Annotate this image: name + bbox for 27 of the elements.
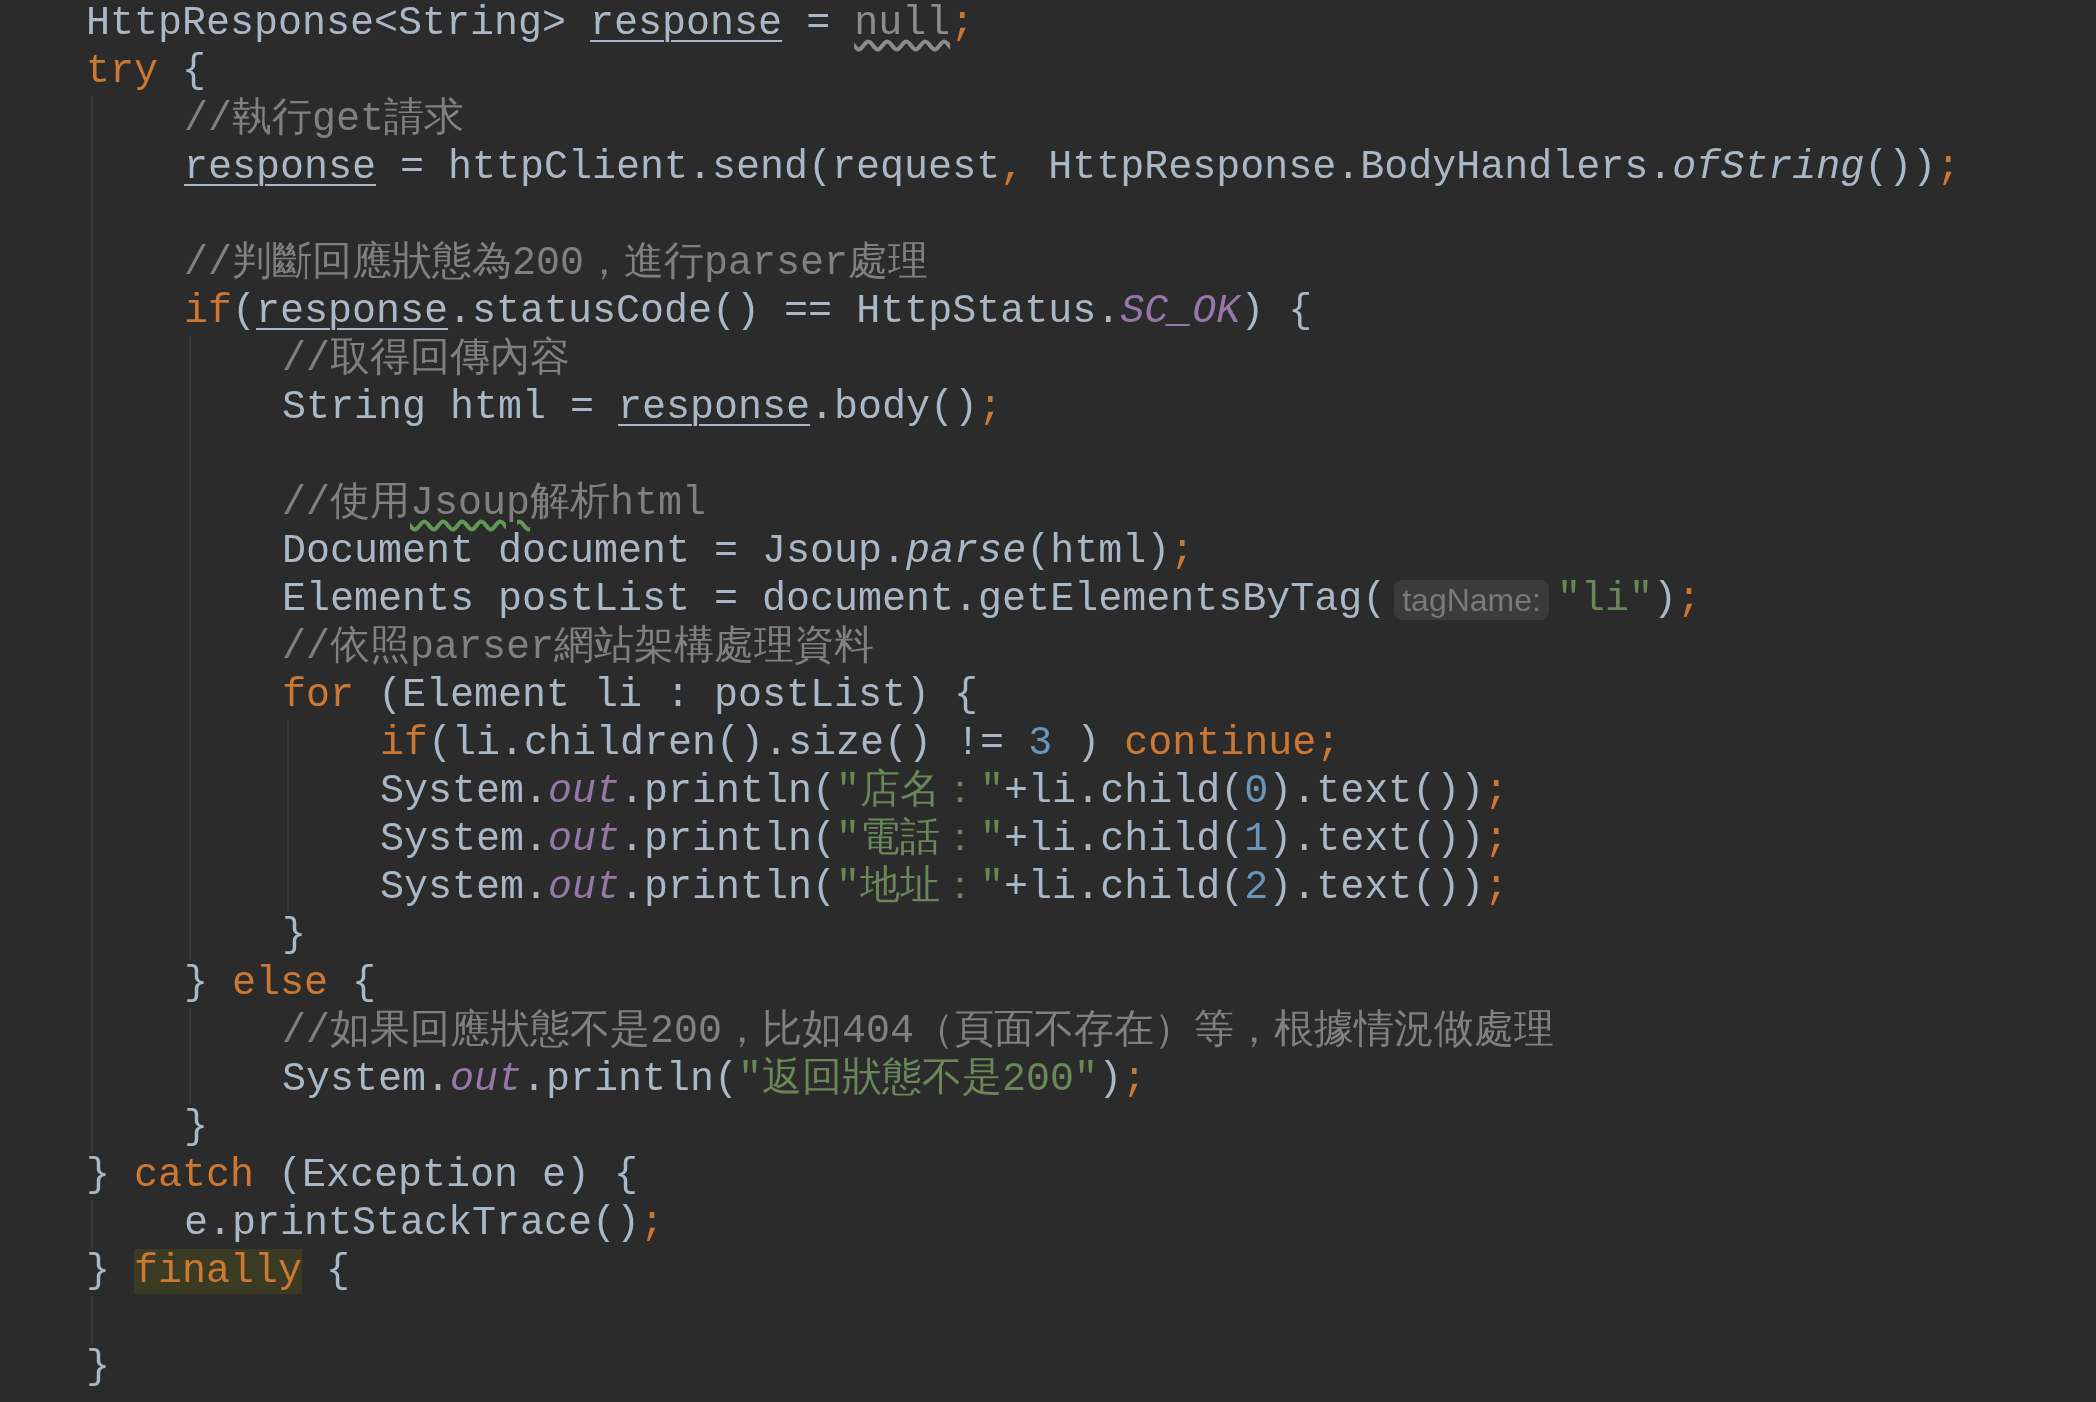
code-line: } <box>184 1104 208 1152</box>
code-line: } catch (Exception e) { <box>86 1152 639 1200</box>
code-line: if(response.statusCode() == HttpStatus.SC_OK) { <box>184 288 1313 336</box>
code-line: if(li.children().size() != 3 ) continue; <box>380 720 1341 768</box>
code-line: //依照parser網站架構處理資料 <box>282 624 875 672</box>
parameter-hint: tagName: <box>1394 580 1549 620</box>
code-line: } else { <box>184 960 377 1008</box>
code-line: } <box>86 1344 110 1392</box>
code-line: for (Element li : postList) { <box>282 672 979 720</box>
code-line: //如果回應狀態不是200，比如404（頁面不存在）等，根據情況做處理 <box>282 1008 1555 1056</box>
code-line: //執行get請求 <box>184 96 465 144</box>
code-line: Elements postList = document.getElementsByTag( <box>282 576 1387 624</box>
code-line: try { <box>86 48 207 96</box>
code-line: //判斷回應狀態為200，進行parser處理 <box>184 240 929 288</box>
code-line: e.printStackTrace(); <box>184 1200 665 1248</box>
code-line: System.out.println("地址："+li.child(2).text()); <box>380 864 1509 912</box>
code-line: System.out.println("電話："+li.child(1).text()); <box>380 816 1509 864</box>
code-line: //使用Jsoup解析html <box>282 480 707 528</box>
code-line: //取得回傳內容 <box>282 336 570 384</box>
code-line: response = httpClient.send(request, HttpResponse.BodyHandlers.ofString()); <box>184 144 1961 192</box>
code-line: Document document = Jsoup.parse(html); <box>282 528 1195 576</box>
code-line: String html = response.body(); <box>282 384 1003 432</box>
code-line: System.out.println("返回狀態不是200"); <box>282 1056 1147 1104</box>
code-line: } <box>282 912 306 960</box>
code-line: "li"); <box>1556 576 1701 624</box>
code-line: System.out.println("店名："+li.child(0).text()); <box>380 768 1509 816</box>
code-line: HttpResponse<String> response = null; <box>86 0 975 48</box>
